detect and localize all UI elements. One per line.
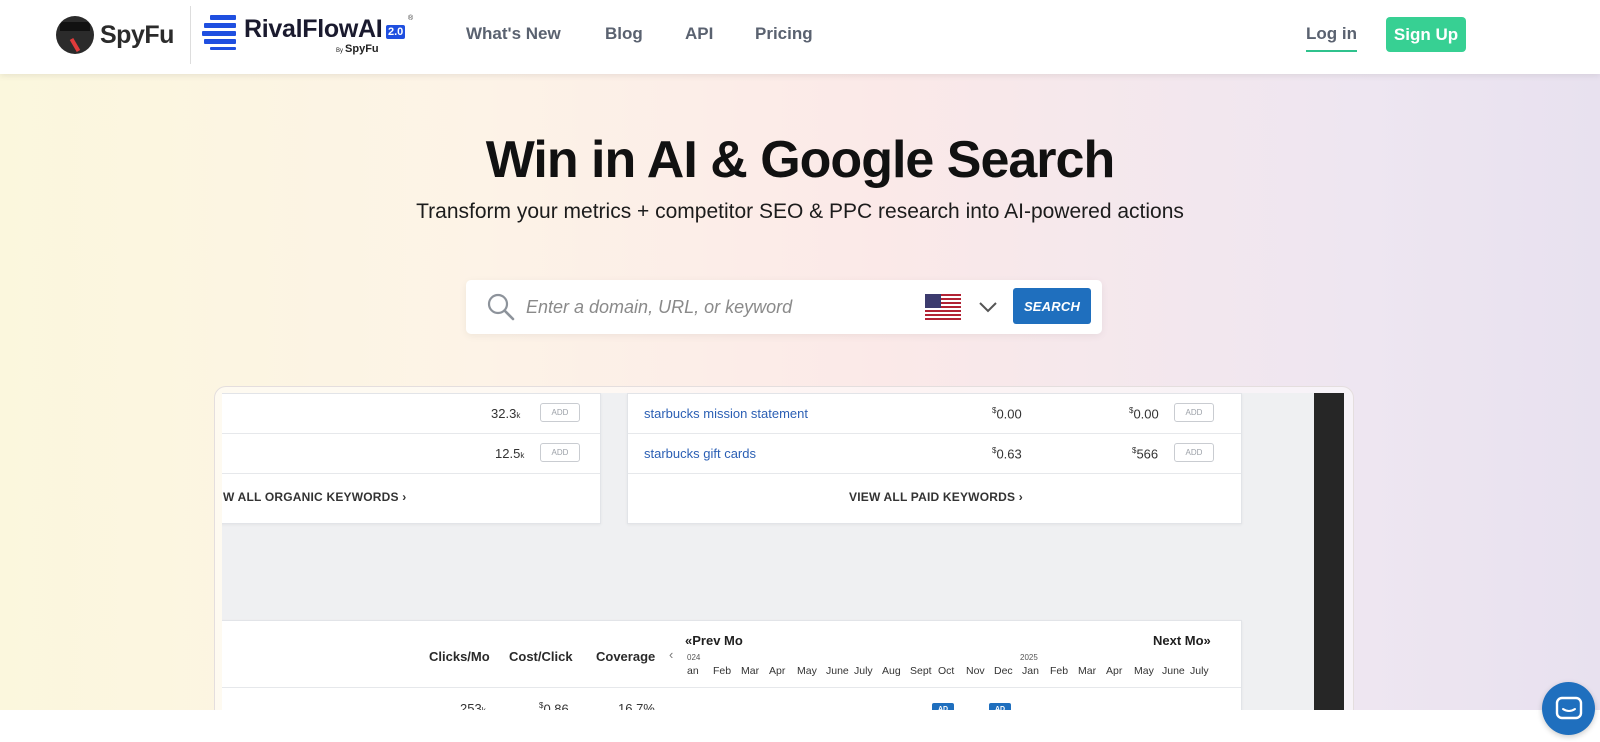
app-preview: 32.3k ADD 12.5k ADD W ALL ORGANIC KEYWOR… [222, 393, 1344, 742]
keyword-link[interactable]: starbucks mission statement [644, 406, 808, 421]
search-input[interactable] [526, 289, 906, 325]
month-label: Oct [938, 665, 955, 677]
site-header: SpyFu RivalFlowAI 2.0 ® By SpyFu What's N… [0, 0, 1600, 74]
organic-volume: 32.3k [491, 406, 521, 421]
month-label: an [687, 665, 699, 677]
month-label: June [1162, 665, 1185, 677]
search-icon [487, 293, 515, 321]
organic-volume: 12.5k [495, 446, 525, 461]
year-label: 2025 [1020, 653, 1038, 662]
spyfu-logo[interactable]: SpyFu [56, 16, 174, 54]
login-link[interactable]: Log in [1306, 24, 1357, 52]
chat-icon [1555, 696, 1582, 719]
cost-per-click: $0.63 [992, 446, 1022, 462]
us-flag-icon[interactable] [925, 294, 961, 320]
month-label: July [1190, 665, 1209, 677]
month-label: Nov [966, 665, 985, 677]
preview-edge [1314, 393, 1344, 742]
year-label: 024 [687, 653, 701, 662]
hero-subtitle: Transform your metrics + competitor SEO … [416, 200, 1184, 223]
page-bottom [0, 710, 1600, 742]
paid-keywords-card: starbucks mission statement $0.00 $0.00 … [627, 393, 1242, 524]
month-label: Sept [910, 665, 932, 677]
month-label: June [826, 665, 849, 677]
view-all-paid-link[interactable]: VIEW ALL PAID KEYWORDS › [849, 490, 1023, 504]
cost-per-click: $0.00 [992, 406, 1022, 422]
rivalflow-by-spyfu: By SpyFu [336, 43, 379, 55]
add-button[interactable]: ADD [1174, 443, 1214, 462]
month-label: May [1134, 665, 1154, 677]
rivalflow-stripes-icon [202, 15, 236, 50]
month-label: Mar [741, 665, 760, 677]
prev-month-link[interactable]: «Prev Mo [685, 633, 743, 648]
month-label: Feb [1050, 665, 1069, 677]
monthly-cost: $0.00 [1129, 406, 1159, 422]
month-label: Dec [994, 665, 1013, 677]
add-button[interactable]: ADD [540, 403, 580, 422]
chevron-left-icon[interactable]: ‹ [669, 647, 673, 662]
search-button[interactable]: SEARCH [1013, 288, 1091, 324]
month-label: Apr [1106, 665, 1123, 677]
organic-keywords-card: 32.3k ADD 12.5k ADD W ALL ORGANIC KEYWOR… [222, 393, 601, 524]
nav-pricing[interactable]: Pricing [755, 24, 813, 44]
month-label: Apr [769, 665, 786, 677]
month-label: May [797, 665, 817, 677]
next-month-link[interactable]: Next Mo» [1153, 633, 1211, 648]
table-row: starbucks gift cards $0.63 $566 ADD [628, 434, 1241, 474]
search-box: SEARCH [466, 280, 1102, 334]
month-label: Mar [1078, 665, 1097, 677]
table-row: starbucks mission statement $0.00 $0.00 … [628, 394, 1241, 434]
nav-blog[interactable]: Blog [605, 24, 643, 44]
table-row: 32.3k ADD [222, 394, 600, 434]
spyfu-logo-text: SpyFu [100, 20, 174, 49]
add-button[interactable]: ADD [1174, 403, 1214, 422]
rivalflow-logo-text: RivalFlowAI [244, 15, 383, 43]
keyword-link[interactable]: starbucks gift cards [644, 446, 756, 461]
nav-api[interactable]: API [685, 24, 713, 44]
col-clicks-header: Clicks/Mo [429, 649, 490, 664]
spyfu-spy-icon [56, 16, 94, 54]
view-all-organic-link[interactable]: W ALL ORGANIC KEYWORDS › [223, 490, 406, 504]
signup-button[interactable]: Sign Up [1386, 17, 1466, 52]
month-label: Feb [713, 665, 732, 677]
nav-whats-new[interactable]: What's New [466, 24, 561, 44]
chevron-down-icon[interactable] [976, 294, 1000, 318]
month-label: July [854, 665, 873, 677]
col-coverage-header: Coverage [596, 649, 656, 664]
chat-button[interactable] [1542, 682, 1595, 735]
col-cpc-header: Cost/Click [509, 649, 573, 664]
logo-divider [190, 6, 191, 64]
monthly-cost: $566 [1132, 446, 1159, 462]
add-button[interactable]: ADD [540, 443, 580, 462]
month-label: Jan [1022, 665, 1039, 677]
rivalflow-version-badge: 2.0 [386, 25, 406, 39]
month-label: Aug [882, 665, 901, 677]
hero-title: Win in AI & Google Search [485, 131, 1115, 189]
registered-mark: ® [408, 15, 414, 22]
table-row: 12.5k ADD [222, 434, 600, 474]
